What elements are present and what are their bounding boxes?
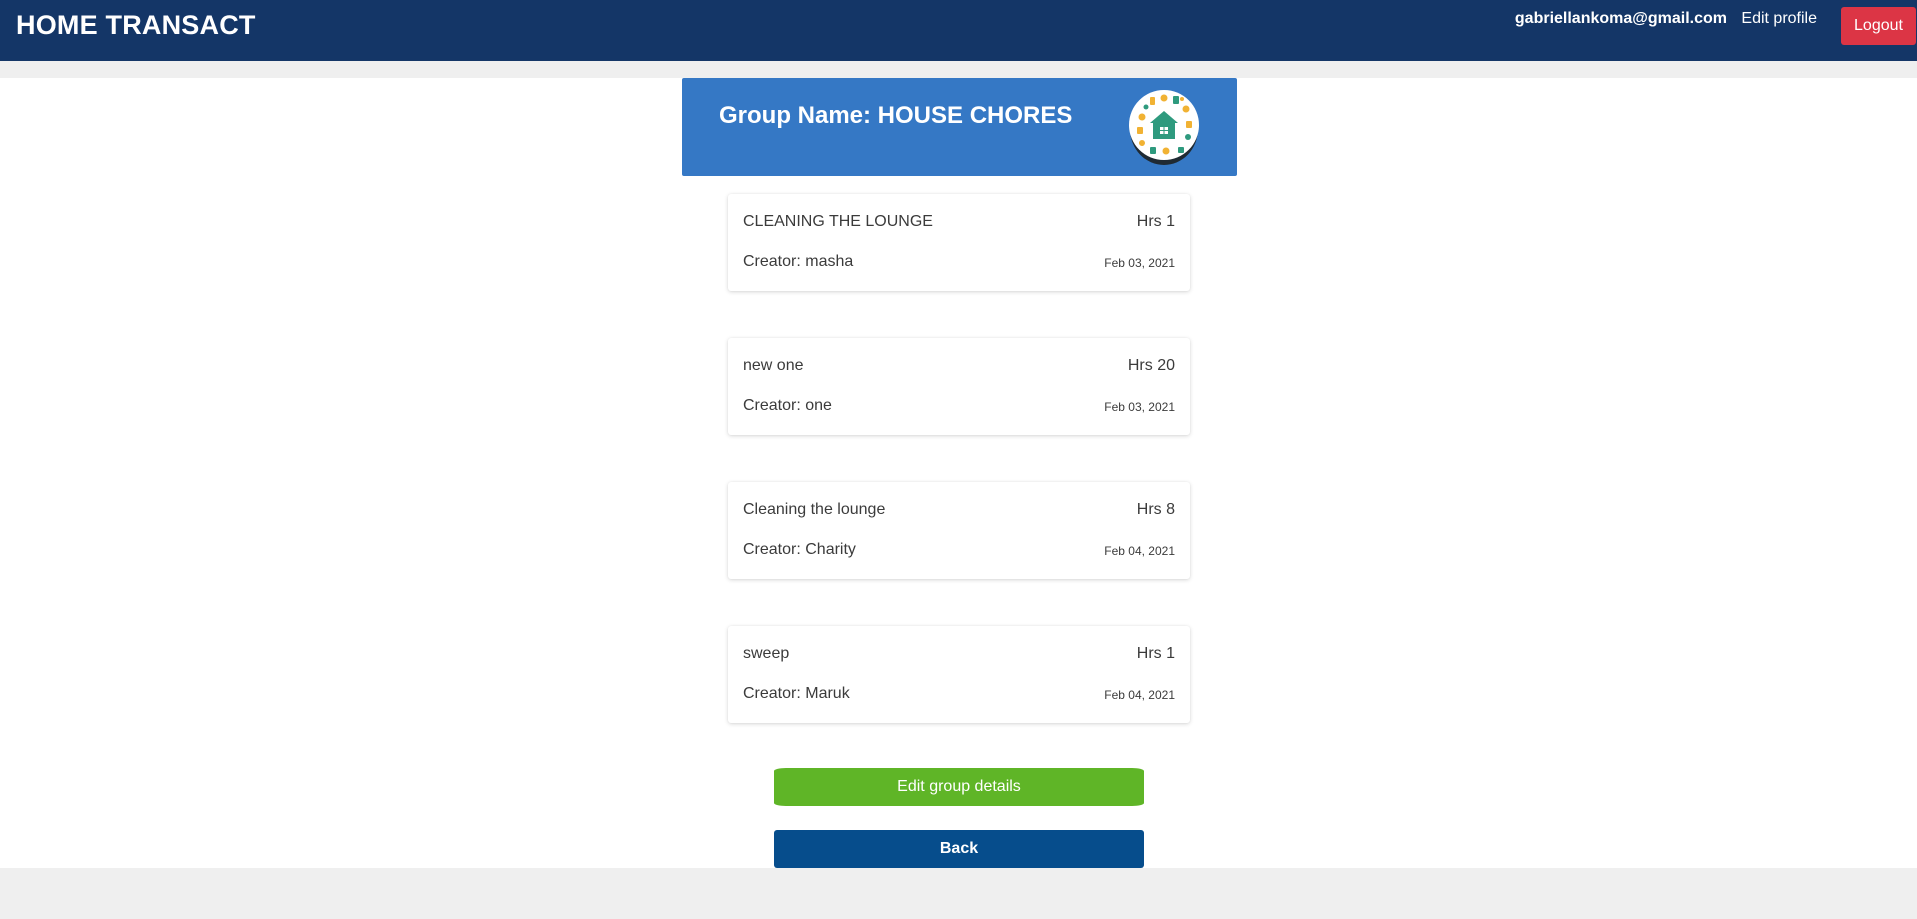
task-creator: Creator: masha — [743, 253, 854, 270]
main-content: Group Name: HOUSE CHORES CLEANING THE LO… — [0, 78, 1917, 868]
task-title: new one — [743, 357, 804, 374]
brand-title[interactable]: HOME TRANSACT — [16, 10, 256, 41]
task-date: Feb 03, 2021 — [1104, 256, 1175, 270]
task-card[interactable]: sweep Hrs 1 Creator: Maruk Feb 04, 2021 — [728, 626, 1190, 723]
group-header: Group Name: HOUSE CHORES — [682, 78, 1237, 176]
task-title: CLEANING THE LOUNGE — [743, 213, 933, 230]
task-card[interactable]: new one Hrs 20 Creator: one Feb 03, 2021 — [728, 338, 1190, 435]
house-chores-icon — [1129, 90, 1199, 165]
task-title: sweep — [743, 645, 790, 662]
task-hours: Hrs 1 — [1136, 213, 1175, 230]
task-hours: Hrs 20 — [1127, 357, 1175, 374]
task-date: Feb 03, 2021 — [1104, 400, 1175, 414]
user-email: gabriellankoma@gmail.com — [1514, 10, 1727, 27]
task-title: Cleaning the lounge — [743, 501, 886, 518]
group-title: Group Name: HOUSE CHORES — [719, 102, 1073, 129]
logout-button[interactable]: Logout — [1841, 7, 1916, 45]
navbar: HOME TRANSACT gabriellankoma@gmail.com E… — [0, 0, 1917, 61]
task-creator: Creator: one — [743, 397, 832, 414]
edit-profile-link[interactable]: Edit profile — [1741, 10, 1817, 28]
task-hours: Hrs 1 — [1136, 645, 1175, 662]
task-card[interactable]: CLEANING THE LOUNGE Hrs 1 Creator: masha… — [728, 194, 1190, 291]
back-button[interactable]: Back — [774, 830, 1144, 868]
edit-group-details-button[interactable]: Edit group details — [774, 768, 1144, 806]
task-date: Feb 04, 2021 — [1104, 688, 1175, 702]
task-hours: Hrs 8 — [1136, 501, 1175, 518]
task-creator: Creator: Charity — [743, 541, 856, 558]
task-creator: Creator: Maruk — [743, 685, 850, 702]
task-card[interactable]: Cleaning the lounge Hrs 8 Creator: Chari… — [728, 482, 1190, 579]
task-date: Feb 04, 2021 — [1104, 544, 1175, 558]
